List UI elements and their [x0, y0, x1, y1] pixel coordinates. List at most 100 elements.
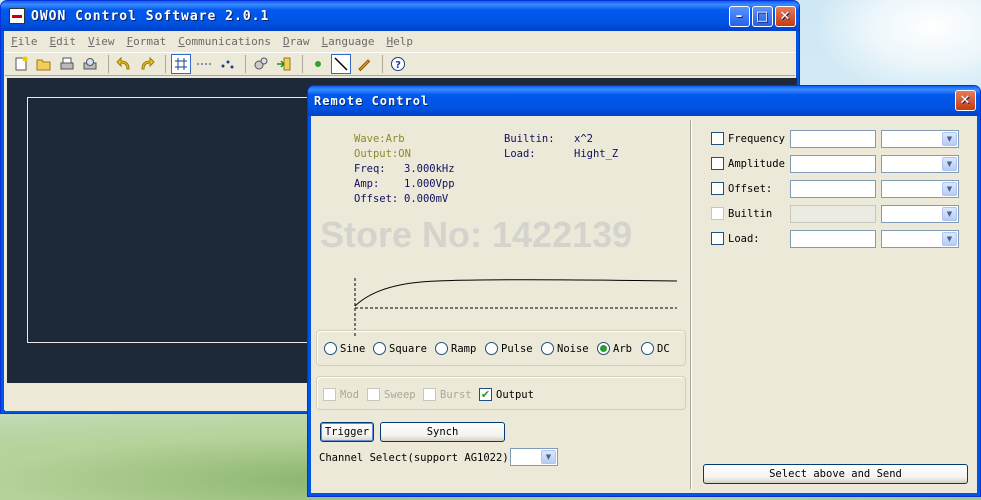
chevron-down-icon: ▼ [942, 132, 957, 146]
builtin-value: x^2 [574, 133, 593, 145]
radio-noise[interactable]: Noise [541, 342, 589, 355]
radio-arb-label: Arb [613, 342, 632, 355]
app-icon [9, 8, 25, 24]
radio-square-indicator [373, 342, 386, 355]
point-icon[interactable] [308, 54, 328, 74]
radio-sine-label: Sine [340, 342, 366, 355]
radio-arb[interactable]: Arb [597, 342, 632, 355]
frequency-unit-select[interactable]: ▼ [881, 130, 959, 148]
print-icon[interactable] [57, 54, 77, 74]
main-close-button[interactable]: ✕ [775, 6, 796, 27]
import-icon[interactable] [274, 54, 294, 74]
builtin-label: Builtin: [504, 133, 555, 145]
param-load-box [711, 232, 724, 245]
channel-select-label: Channel Select(support AG1022): [319, 452, 515, 464]
freq-value: 3.000kHz [404, 163, 455, 175]
amp-value: 1.000Vpp [404, 178, 455, 190]
help-icon[interactable]: ? [388, 54, 408, 74]
radio-pulse[interactable]: Pulse [485, 342, 533, 355]
checkbox-output-label: Output [496, 388, 534, 401]
menu-help[interactable]: Help [386, 35, 413, 48]
param-offset-check[interactable]: Offset: [711, 182, 772, 195]
checkbox-sweep-box [367, 388, 380, 401]
checkbox-sweep-label: Sweep [384, 388, 416, 401]
param-builtin-label: Builtin [728, 207, 773, 220]
load-value: Hight_Z [574, 148, 619, 160]
frequency-input[interactable] [790, 130, 876, 148]
main-title-bar[interactable]: OWON Control Software 2.0.1 – □ ✕ [1, 1, 799, 31]
checkbox-output[interactable]: ✔ Output [479, 388, 534, 401]
print-preview-icon[interactable] [80, 54, 100, 74]
radio-pulse-indicator [485, 342, 498, 355]
channel-select[interactable]: ▼ [510, 448, 558, 466]
menu-view[interactable]: View [88, 35, 115, 48]
load-label: Load: [504, 148, 536, 160]
line-tool-icon[interactable] [331, 54, 351, 74]
grid-icon[interactable] [171, 54, 191, 74]
radio-dc[interactable]: DC [641, 342, 670, 355]
menu-draw[interactable]: Draw [283, 35, 310, 48]
load-input[interactable] [790, 230, 876, 248]
output-status: Output:ON [354, 148, 411, 160]
param-amplitude-check[interactable]: Amplitude [711, 157, 785, 170]
maximize-button[interactable]: □ [752, 6, 773, 27]
toolbar-separator [382, 55, 383, 73]
send-button[interactable]: Select above and Send [703, 464, 968, 484]
chevron-down-icon: ▼ [942, 157, 957, 171]
param-builtin-check[interactable]: Builtin [711, 207, 772, 220]
amplitude-input[interactable] [790, 155, 876, 173]
offset-unit-select[interactable]: ▼ [881, 180, 959, 198]
chevron-down-icon: ▼ [942, 182, 957, 196]
radio-ramp-label: Ramp [451, 342, 477, 355]
points-icon[interactable] [217, 54, 237, 74]
menu-file[interactable]: File [11, 35, 38, 48]
radio-square-label: Square [389, 342, 427, 355]
offset-input[interactable] [790, 180, 876, 198]
remote-window-title: Remote Control [314, 94, 430, 108]
panel-divider [690, 120, 692, 489]
radio-noise-label: Noise [557, 342, 589, 355]
trigger-button[interactable]: Trigger [320, 422, 374, 442]
remote-title-bar[interactable]: Remote Control ✕ [308, 86, 980, 116]
preview-waveform-curve [354, 279, 678, 307]
radio-sine-indicator [324, 342, 337, 355]
menu-edit[interactable]: Edit [50, 35, 77, 48]
redo-icon[interactable] [137, 54, 157, 74]
param-frequency-check[interactable]: Frequency [711, 132, 785, 145]
minimize-button[interactable]: – [729, 6, 750, 27]
wave-status: Wave:Arb [354, 133, 405, 145]
main-window-title: OWON Control Software 2.0.1 [31, 8, 270, 24]
radio-ramp[interactable]: Ramp [435, 342, 476, 355]
chevron-down-icon: ▼ [942, 232, 957, 246]
param-load-check[interactable]: Load: [711, 232, 760, 245]
checkbox-burst[interactable]: Burst [423, 388, 472, 401]
dotted-line-icon[interactable] [194, 54, 214, 74]
settings-gears-icon[interactable] [251, 54, 271, 74]
builtin-select[interactable]: ▼ [881, 205, 959, 223]
radio-square[interactable]: Square [373, 342, 427, 355]
freq-label: Freq: [354, 163, 386, 175]
radio-sine[interactable]: Sine [324, 342, 365, 355]
remote-close-button[interactable]: ✕ [955, 90, 976, 111]
checkbox-mod[interactable]: Mod [323, 388, 359, 401]
undo-icon[interactable] [114, 54, 134, 74]
check-mark-icon: ✔ [479, 388, 492, 401]
param-amplitude-box [711, 157, 724, 170]
pen-icon[interactable] [354, 54, 374, 74]
load-select[interactable]: ▼ [881, 230, 959, 248]
watermark-text: Store No: 1422139 [320, 214, 633, 255]
menu-format[interactable]: Format [127, 35, 167, 48]
builtin-input[interactable] [790, 205, 876, 223]
toolbar-separator [302, 55, 303, 73]
menu-language[interactable]: Language [321, 35, 374, 48]
param-frequency-box [711, 132, 724, 145]
radio-noise-indicator [541, 342, 554, 355]
canvas-frame [27, 97, 327, 343]
chevron-down-icon: ▼ [942, 207, 957, 221]
menu-communications[interactable]: Communications [178, 35, 271, 48]
checkbox-sweep[interactable]: Sweep [367, 388, 416, 401]
synch-button[interactable]: Synch [380, 422, 505, 442]
open-folder-icon[interactable] [34, 54, 54, 74]
new-file-icon[interactable] [11, 54, 31, 74]
amplitude-unit-select[interactable]: ▼ [881, 155, 959, 173]
